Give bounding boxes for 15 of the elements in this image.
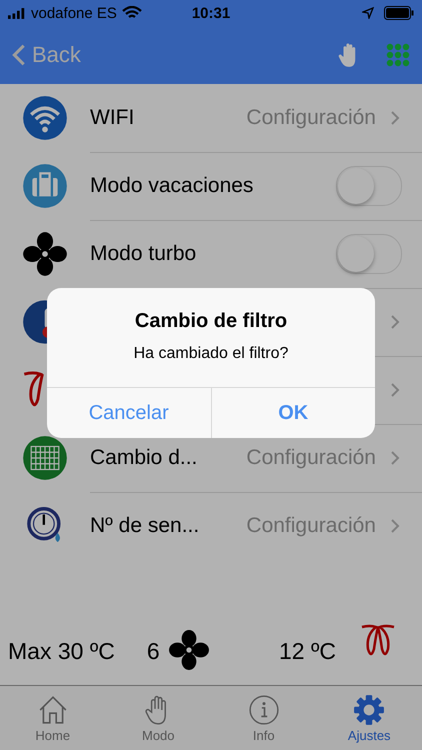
clock: 10:31 [192, 4, 230, 22]
fan-speed: 6 [146, 638, 160, 665]
setting-title: Modo vacaciones [90, 174, 254, 198]
max-temperature: Max 30 ºC [8, 638, 115, 665]
setting-title: WIFI [90, 106, 134, 130]
setting-value: Configuración [246, 514, 376, 538]
setting-title: Nº de sen... [90, 514, 200, 538]
dialog-title: Cambio de filtro [134, 310, 288, 333]
dialog-message: Ha cambiado el filtro? [134, 345, 288, 363]
setting-value: Configuración [246, 106, 376, 130]
setting-title: Cambio d... [90, 446, 198, 470]
temperature: 12 ºC [279, 638, 336, 665]
setting-title: Modo turbo [90, 242, 196, 266]
setting-value: Configuración [246, 446, 376, 470]
carrier-name: vodafone ES [31, 4, 117, 22]
